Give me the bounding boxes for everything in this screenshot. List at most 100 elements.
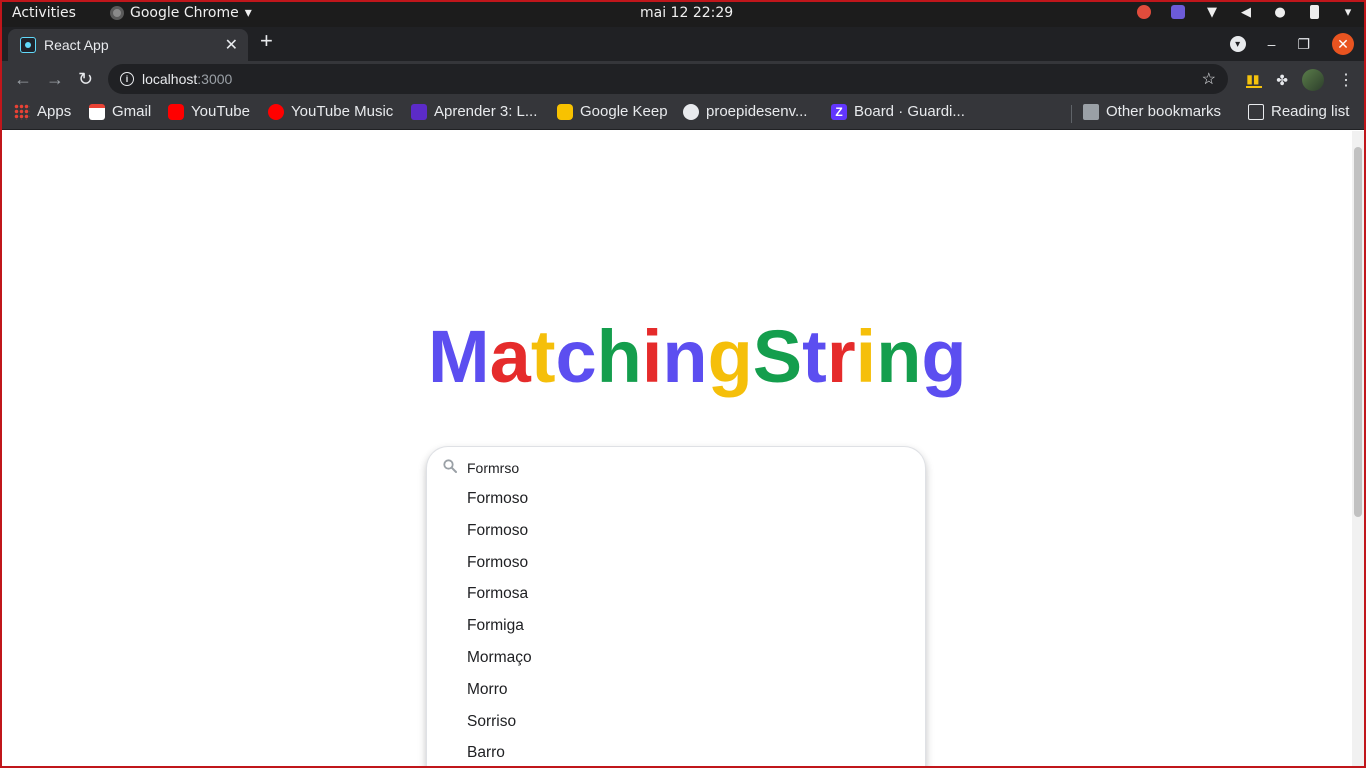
tab-react-app[interactable]: React App ✕ <box>8 29 248 61</box>
logo-letter: n <box>876 315 922 398</box>
minimize-button[interactable]: – <box>1268 36 1276 52</box>
github-icon <box>683 103 699 120</box>
url-port: :3000 <box>197 71 233 87</box>
logo-letter: r <box>826 315 856 398</box>
bookmark-label: YouTube Music <box>291 103 394 120</box>
logo-letter: c <box>555 315 597 398</box>
gmail-icon <box>89 103 105 120</box>
microphone-icon[interactable]: ● <box>1272 4 1288 20</box>
wifi-icon[interactable]: ▼ <box>1204 4 1220 20</box>
reading-list[interactable]: Reading list <box>1248 103 1349 120</box>
reading-list-label: Reading list <box>1271 103 1350 120</box>
logo-letter: S <box>752 315 803 398</box>
bookmark-youtube-music[interactable]: YouTube Music <box>268 103 393 120</box>
logo-letter: g <box>707 315 753 398</box>
extensions-puzzle-icon[interactable]: ✤ <box>1276 72 1288 89</box>
teams-icon[interactable] <box>1170 4 1186 20</box>
clock[interactable]: mai 12 22:29 <box>640 5 733 21</box>
volume-icon[interactable]: ◀ <box>1238 4 1254 20</box>
bookmark-label: Aprender 3: L... <box>434 103 538 120</box>
bookmark-label: Apps <box>37 103 72 120</box>
logo-letter: g <box>921 315 967 398</box>
search-panel: FormosoFormosoFormosoFormosaFormigaMorma… <box>426 446 926 768</box>
logo-letter: t <box>530 315 556 398</box>
bookmarks-bar: Apps Gmail YouTube YouTube Music Aprende… <box>0 97 1366 130</box>
search-icon <box>443 459 457 473</box>
suggestion-item[interactable]: Formoso <box>467 490 532 522</box>
youtube-music-icon <box>268 103 284 120</box>
maximize-button[interactable]: ❐ <box>1297 36 1310 53</box>
bookmark-apps[interactable]: Apps <box>14 103 71 120</box>
profile-avatar[interactable] <box>1302 69 1324 91</box>
browser-toolbar: ← → ↻ i localhost:3000 ☆ ▮▮ ✤ ⋮ <box>0 61 1366 97</box>
zenhub-icon: Z <box>831 103 847 120</box>
suggestion-item[interactable]: Formoso <box>467 522 532 554</box>
search-input[interactable] <box>467 457 887 479</box>
suggestion-item[interactable]: Barro <box>467 744 532 768</box>
app-menu[interactable]: Google Chrome ▾ <box>110 5 252 21</box>
tab-close-icon[interactable]: ✕ <box>225 35 238 55</box>
suggestion-item[interactable]: Morro <box>467 681 532 713</box>
google-keep-icon <box>557 103 573 120</box>
bookmark-label: YouTube <box>191 103 250 120</box>
address-bar[interactable]: i localhost:3000 ☆ <box>108 64 1228 94</box>
logo-letter: t <box>802 315 827 398</box>
bookmark-star-icon[interactable]: ☆ <box>1202 69 1216 89</box>
logo-letter: n <box>662 315 708 398</box>
bookmark-aprender[interactable]: Aprender 3: L... <box>411 103 537 120</box>
system-tray: ▼ ◀ ● ▾ <box>1136 4 1356 20</box>
caret-down-icon: ▾ <box>244 5 252 21</box>
chrome-icon <box>110 6 124 20</box>
close-window-button[interactable]: ✕ <box>1332 33 1354 55</box>
suggestion-item[interactable]: Mormaço <box>467 649 532 681</box>
suggestion-item[interactable]: Formosa <box>467 585 532 617</box>
activities-button[interactable]: Activities <box>12 5 76 21</box>
scrollbar-thumb[interactable] <box>1354 147 1362 517</box>
new-tab-button[interactable]: + <box>260 30 273 52</box>
logo-letter: h <box>596 315 642 398</box>
chrome-menu-icon[interactable]: ⋮ <box>1338 70 1354 90</box>
bookmark-youtube[interactable]: YouTube <box>168 103 250 120</box>
battery-icon[interactable] <box>1306 4 1322 20</box>
bookmark-board[interactable]: Z Board · Guardi... <box>831 103 965 120</box>
bookmark-google-keep[interactable]: Google Keep <box>557 103 668 120</box>
folder-icon <box>1083 103 1099 120</box>
extensions-area: ▮▮ ✤ ⋮ <box>1246 69 1354 91</box>
suggestion-item[interactable]: Formiga <box>467 617 532 649</box>
logo-letter: i <box>641 315 663 398</box>
bookmark-label: proepidesenv... <box>706 103 808 120</box>
app-menu-label: Google Chrome <box>130 5 239 21</box>
page-scrollbar[interactable] <box>1352 131 1364 766</box>
bookmark-gmail[interactable]: Gmail <box>89 103 151 120</box>
reading-list-icon <box>1248 103 1264 120</box>
bookmark-icon <box>411 103 427 120</box>
logo-letter: a <box>489 315 531 398</box>
tab-strip: React App ✕ <box>0 27 1366 61</box>
other-bookmarks[interactable]: Other bookmarks <box>1083 103 1221 120</box>
apps-grid-icon <box>14 103 30 120</box>
bookmark-label: Google Keep <box>580 103 668 120</box>
chrome-remote-icon[interactable] <box>1136 4 1152 20</box>
suggestion-list: Formoso Formoso Formoso Formosa Formiga Morma… <box>467 490 532 768</box>
other-bookmarks-label: Other bookmarks <box>1106 103 1222 120</box>
site-info-icon[interactable]: i <box>120 72 134 86</box>
logo-letter: M <box>428 315 490 398</box>
window-controls: ▾ – ❐ ✕ <box>1229 33 1354 55</box>
url-host: localhost <box>142 71 198 87</box>
extension-chart-icon[interactable]: ▮▮ <box>1246 72 1263 88</box>
suggestion-item[interactable]: Formoso <box>467 554 532 586</box>
bookmark-label: Gmail <box>112 103 152 120</box>
tab-search-icon[interactable]: ▾ <box>1229 36 1246 52</box>
reload-icon[interactable]: ↻ <box>78 69 93 90</box>
back-icon[interactable]: ← <box>14 69 32 90</box>
bookmark-github[interactable]: proepidesenv... <box>683 103 807 120</box>
system-menu-caret-icon[interactable]: ▾ <box>1340 4 1356 20</box>
forward-icon[interactable]: → <box>46 69 64 90</box>
tab-title: React App <box>44 37 109 53</box>
bookmarks-divider <box>1071 105 1072 123</box>
suggestion-item[interactable]: Sorriso <box>467 713 532 745</box>
system-top-bar: Activities Google Chrome ▾ mai 12 22:29 … <box>0 0 1366 27</box>
search-box <box>427 447 925 487</box>
app-logo: MatchingString <box>428 314 967 399</box>
bookmark-label: Board · Guardi... <box>854 103 965 120</box>
